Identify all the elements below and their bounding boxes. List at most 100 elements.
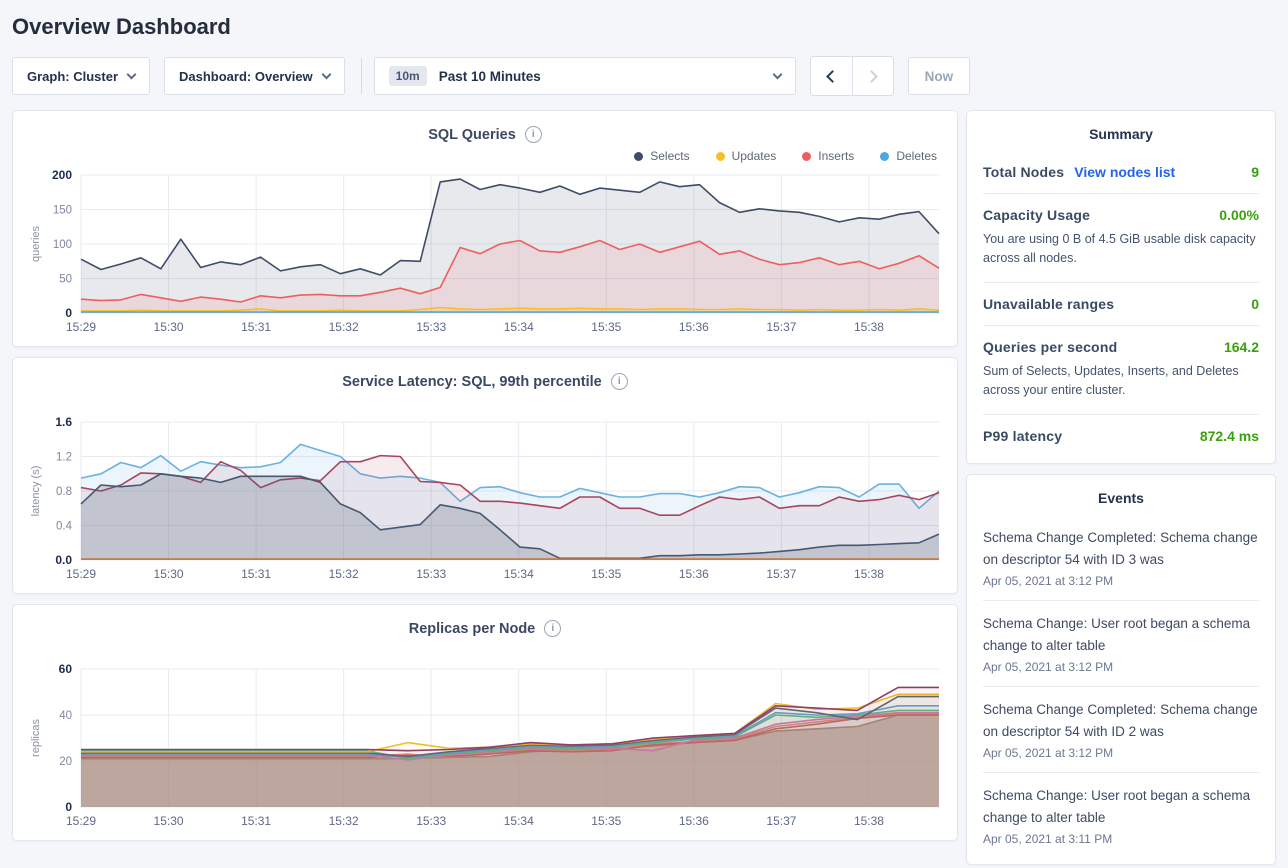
summary-title: Summary bbox=[983, 111, 1259, 151]
svg-text:15:38: 15:38 bbox=[854, 567, 884, 581]
info-icon[interactable]: i bbox=[544, 620, 561, 637]
service-latency-chart[interactable]: 0.00.40.81.21.615:2915:3015:3115:3215:33… bbox=[25, 414, 947, 584]
svg-text:15:35: 15:35 bbox=[591, 567, 621, 581]
svg-text:15:30: 15:30 bbox=[154, 320, 184, 334]
svg-text:15:34: 15:34 bbox=[504, 320, 534, 334]
svg-text:15:30: 15:30 bbox=[154, 567, 184, 581]
legend-dot bbox=[634, 152, 643, 161]
svg-text:15:37: 15:37 bbox=[766, 567, 796, 581]
svg-text:0: 0 bbox=[65, 800, 72, 814]
info-icon[interactable]: i bbox=[525, 126, 542, 143]
summary-value: 0 bbox=[1251, 296, 1259, 312]
toolbar-divider bbox=[361, 58, 362, 94]
svg-text:15:35: 15:35 bbox=[591, 814, 621, 828]
svg-text:15:33: 15:33 bbox=[416, 567, 446, 581]
svg-text:15:34: 15:34 bbox=[504, 814, 534, 828]
graph-dropdown[interactable]: Graph: Cluster bbox=[12, 57, 150, 95]
view-nodes-list-link[interactable]: View nodes list bbox=[1074, 164, 1175, 180]
legend-item-inserts[interactable]: Inserts bbox=[802, 149, 854, 163]
event-timestamp: Apr 05, 2021 at 3:12 PM bbox=[983, 574, 1259, 588]
chart-legend: Selects Updates Inserts Deletes bbox=[25, 147, 937, 165]
dashboard-dropdown-label: Dashboard: Overview bbox=[179, 69, 313, 84]
svg-text:15:37: 15:37 bbox=[766, 814, 796, 828]
svg-text:15:38: 15:38 bbox=[854, 320, 884, 334]
svg-text:60: 60 bbox=[59, 662, 73, 676]
chevron-down-icon bbox=[127, 69, 137, 79]
legend-item-selects[interactable]: Selects bbox=[634, 149, 689, 163]
chevron-down-icon bbox=[772, 69, 782, 79]
next-range-button[interactable] bbox=[852, 57, 893, 95]
svg-text:15:30: 15:30 bbox=[154, 814, 184, 828]
summary-value: 9 bbox=[1251, 164, 1259, 180]
svg-text:15:36: 15:36 bbox=[679, 320, 709, 334]
svg-text:150: 150 bbox=[53, 205, 72, 217]
svg-text:queries: queries bbox=[30, 225, 42, 262]
summary-label: Capacity Usage bbox=[983, 207, 1090, 223]
event-message[interactable]: Schema Change Completed: Schema change o… bbox=[983, 699, 1259, 743]
event-item: Schema Change Completed: Schema change o… bbox=[983, 515, 1259, 600]
events-panel: Events Schema Change Completed: Schema c… bbox=[966, 474, 1276, 865]
svg-text:15:32: 15:32 bbox=[329, 320, 359, 334]
legend-dot bbox=[802, 152, 811, 161]
event-message[interactable]: Schema Change: User root began a schema … bbox=[983, 785, 1259, 829]
replicas-per-node-chart[interactable]: 020406015:2915:3015:3115:3215:3315:3415:… bbox=[25, 661, 947, 831]
legend-dot bbox=[880, 152, 889, 161]
event-item: Schema Change: User root began a schema … bbox=[983, 600, 1259, 686]
svg-text:replicas: replicas bbox=[30, 719, 42, 757]
summary-value: 0.00% bbox=[1219, 207, 1259, 223]
legend-item-deletes[interactable]: Deletes bbox=[880, 149, 937, 163]
svg-text:100: 100 bbox=[53, 239, 72, 251]
svg-text:20: 20 bbox=[59, 756, 72, 768]
summary-value: 164.2 bbox=[1224, 339, 1259, 355]
chart-title: Replicas per Node bbox=[409, 621, 536, 637]
event-timestamp: Apr 05, 2021 at 3:12 PM bbox=[983, 746, 1259, 760]
summary-row-unavailable-ranges: Unavailable ranges 0 bbox=[983, 282, 1259, 325]
summary-label: Unavailable ranges bbox=[983, 296, 1114, 312]
svg-text:15:29: 15:29 bbox=[66, 567, 96, 581]
time-range-selector[interactable]: 10m Past 10 Minutes bbox=[374, 57, 796, 95]
events-title: Events bbox=[983, 475, 1259, 515]
range-label: Past 10 Minutes bbox=[439, 69, 541, 84]
summary-row-total-nodes: Total Nodes View nodes list 9 bbox=[983, 151, 1259, 193]
svg-text:1.2: 1.2 bbox=[56, 452, 72, 464]
replicas-per-node-chart-panel: Replicas per Node i 020406015:2915:3015:… bbox=[12, 604, 958, 841]
range-duration-chip: 10m bbox=[389, 66, 427, 86]
svg-text:15:32: 15:32 bbox=[329, 814, 359, 828]
service-latency-chart-panel: Service Latency: SQL, 99th percentile i … bbox=[12, 357, 958, 594]
summary-subtext: Sum of Selects, Updates, Inserts, and De… bbox=[983, 362, 1259, 401]
chart-title: Service Latency: SQL, 99th percentile bbox=[342, 374, 602, 390]
now-button[interactable]: Now bbox=[908, 57, 971, 95]
svg-text:15:29: 15:29 bbox=[66, 320, 96, 334]
svg-text:15:29: 15:29 bbox=[66, 814, 96, 828]
dashboard-dropdown[interactable]: Dashboard: Overview bbox=[164, 57, 345, 95]
event-timestamp: Apr 05, 2021 at 3:12 PM bbox=[983, 660, 1259, 674]
info-icon[interactable]: i bbox=[611, 373, 628, 390]
range-step-buttons bbox=[810, 56, 894, 96]
chevron-right-icon bbox=[865, 70, 878, 83]
event-item: Schema Change: User root began a schema … bbox=[983, 772, 1259, 858]
summary-panel: Summary Total Nodes View nodes list 9 Ca… bbox=[966, 110, 1276, 464]
page-title: Overview Dashboard bbox=[0, 0, 1288, 46]
svg-text:0.4: 0.4 bbox=[56, 521, 73, 533]
event-message[interactable]: Schema Change Completed: Schema change o… bbox=[983, 527, 1259, 571]
prev-range-button[interactable] bbox=[811, 57, 852, 95]
svg-text:0.0: 0.0 bbox=[55, 553, 72, 567]
sql-queries-chart[interactable]: 05010015020015:2915:3015:3115:3215:3315:… bbox=[25, 167, 947, 337]
legend-item-updates[interactable]: Updates bbox=[716, 149, 777, 163]
summary-label: Queries per second bbox=[983, 339, 1117, 355]
svg-text:200: 200 bbox=[52, 168, 72, 182]
summary-label: Total Nodes bbox=[983, 164, 1064, 180]
svg-text:15:35: 15:35 bbox=[591, 320, 621, 334]
svg-text:15:37: 15:37 bbox=[766, 320, 796, 334]
toolbar: Graph: Cluster Dashboard: Overview 10m P… bbox=[0, 46, 1288, 110]
event-message[interactable]: Schema Change: User root began a schema … bbox=[983, 613, 1259, 657]
svg-text:1.6: 1.6 bbox=[55, 415, 72, 429]
svg-text:0.8: 0.8 bbox=[56, 486, 72, 498]
summary-row-p99-latency: P99 latency 872.4 ms bbox=[983, 414, 1259, 457]
summary-row-queries-per-second: Queries per second 164.2 Sum of Selects,… bbox=[983, 325, 1259, 414]
svg-text:15:31: 15:31 bbox=[241, 814, 271, 828]
sql-queries-chart-panel: SQL Queries i SelectsUpdatesInsertsDelet… bbox=[12, 110, 958, 347]
svg-text:15:33: 15:33 bbox=[416, 320, 446, 334]
event-timestamp: Apr 05, 2021 at 3:11 PM bbox=[983, 832, 1259, 846]
event-item: Schema Change Completed: Schema change o… bbox=[983, 686, 1259, 772]
